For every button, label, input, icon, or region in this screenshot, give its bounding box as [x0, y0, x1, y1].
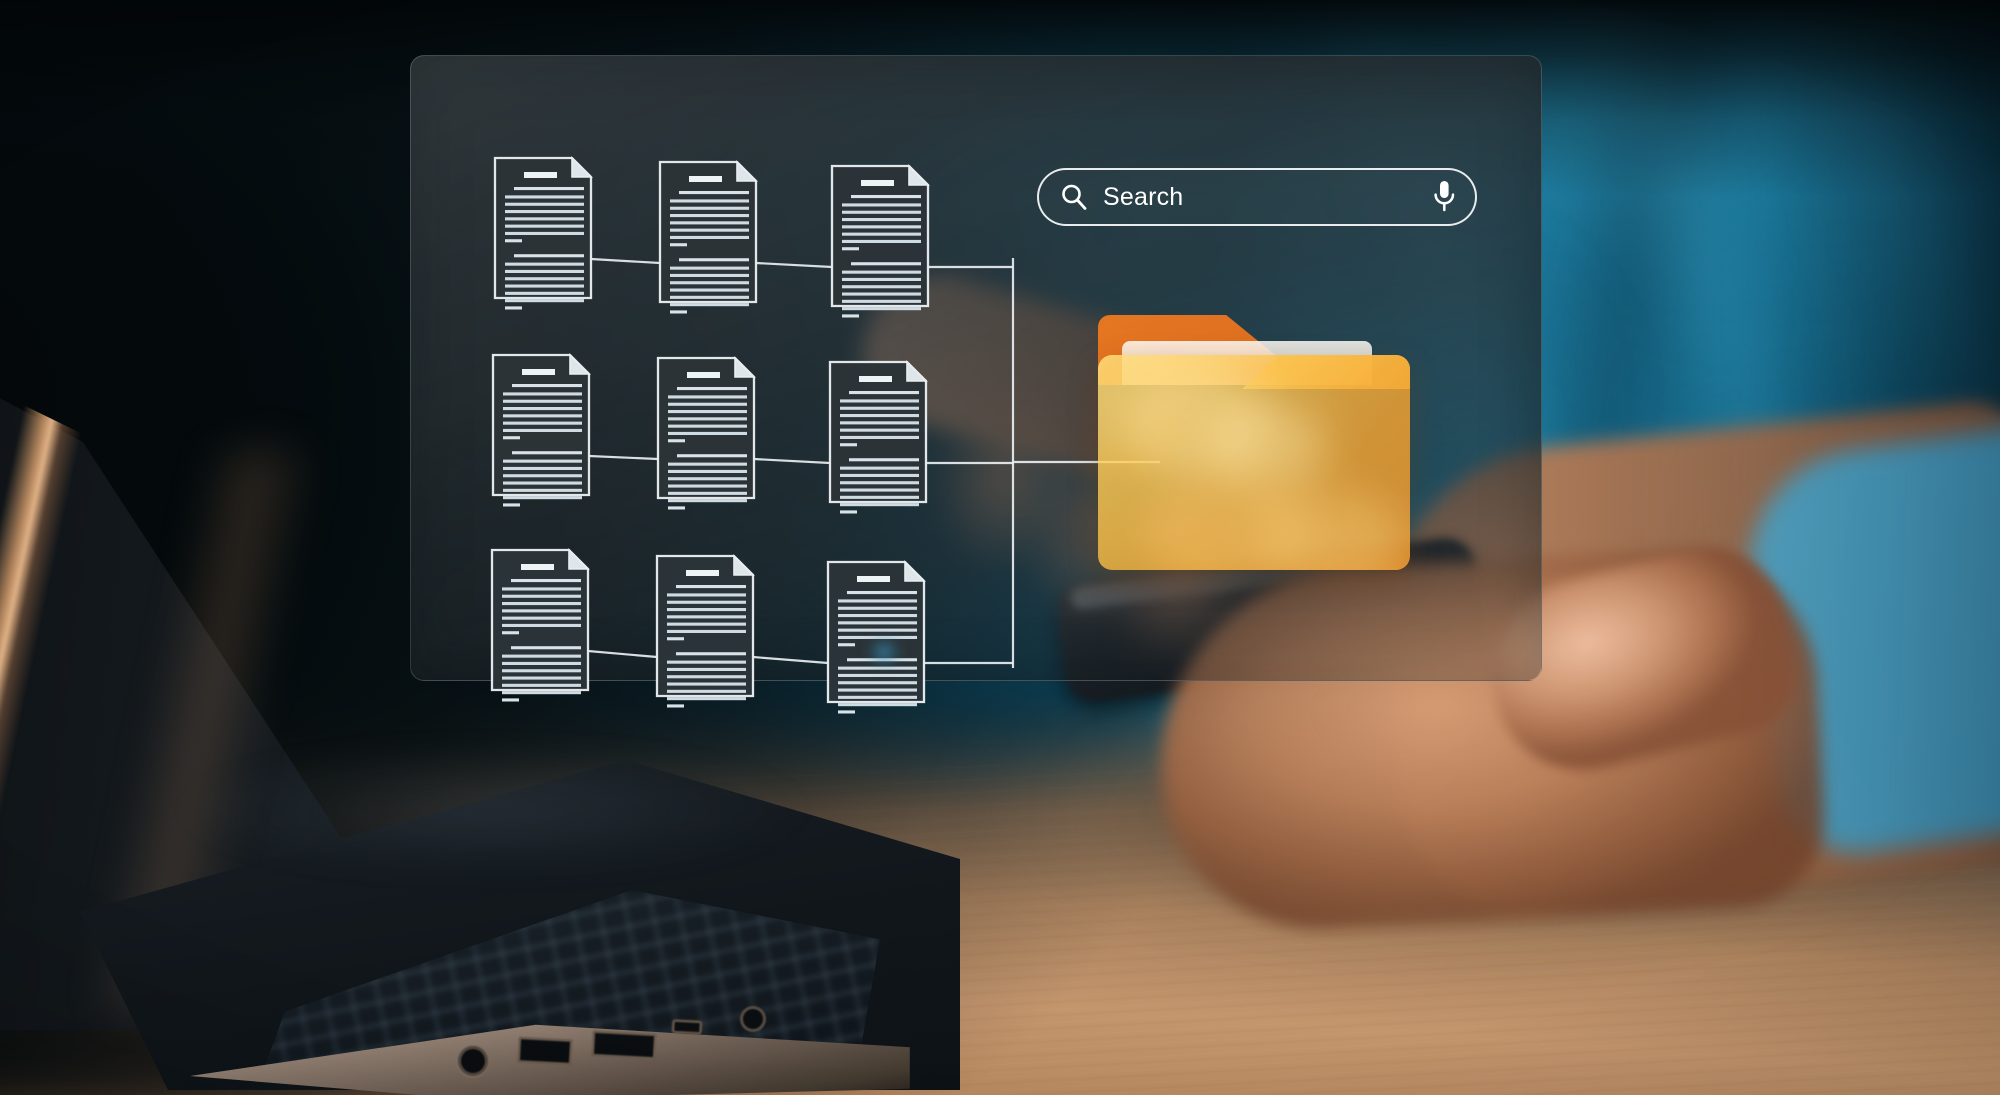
- microphone-icon[interactable]: [1431, 179, 1457, 215]
- blue-light-speck: [862, 632, 906, 672]
- hdmi-port: [591, 1030, 657, 1060]
- second-jack-port: [740, 1006, 766, 1032]
- folder-icon[interactable]: [1090, 315, 1410, 570]
- laptop-deck-sheen: [160, 750, 900, 900]
- search-bar[interactable]: Search: [1037, 168, 1477, 226]
- search-input[interactable]: Search: [1103, 183, 1417, 212]
- screenshot-root: Search: [0, 0, 2000, 1095]
- headphone-jack-port: [458, 1046, 488, 1076]
- usb-port: [517, 1036, 573, 1066]
- search-icon: [1062, 184, 1087, 210]
- small-port: [671, 1019, 703, 1035]
